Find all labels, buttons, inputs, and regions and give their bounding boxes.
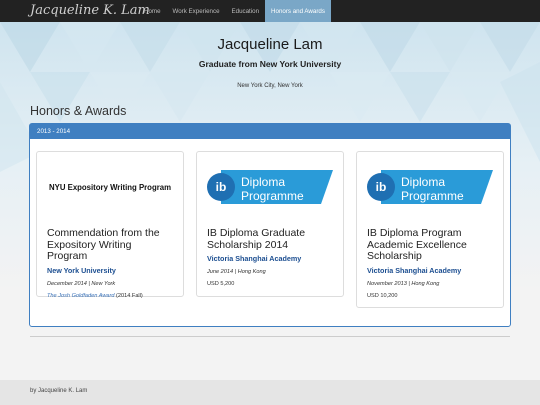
award-amount: USD 10,200 (367, 292, 398, 299)
svg-text:ib: ib (376, 180, 387, 194)
footer: by Jacqueline K. Lam (0, 380, 540, 405)
award-card: ib Diploma Programme IB Diploma Graduate… (196, 151, 344, 297)
award-date: June 2014 (207, 269, 234, 275)
award-institution: Victoria Shanghai Academy (207, 254, 302, 263)
award-institution: New York University (47, 265, 116, 275)
award-meta: June 2014 | Hong Kong (207, 269, 266, 275)
svg-text:Programme: Programme (401, 189, 464, 203)
page-header: Jacqueline Lam Graduate from New York Un… (0, 36, 540, 89)
award-institution: Victoria Shanghai Academy (367, 265, 462, 275)
award-extra: The Josh Goldfaden Award (2014 Fall) (47, 293, 173, 307)
award-location: Hong Kong (411, 280, 440, 287)
award-location: Hong Kong (237, 269, 266, 275)
divider (30, 336, 510, 337)
award-title: IB Diploma Graduate Scholarship 2014 (207, 227, 306, 251)
nav-honors-and-awards[interactable]: Honors and Awards (265, 0, 331, 22)
page-subtitle: Graduate from New York University (198, 59, 342, 69)
award-link-suffix: (2014 Fall) (116, 292, 143, 299)
nav-home[interactable]: Home (138, 0, 167, 22)
panel-heading: 2013 - 2014 (30, 124, 510, 139)
footer-text: by Jacqueline K. Lam (30, 388, 88, 394)
ib-diploma-logo: ib Diploma Programme (367, 152, 493, 222)
nav-work-experience[interactable]: Work Experience (167, 0, 226, 22)
ib-diploma-logo: ib Diploma Programme (207, 152, 333, 222)
award-date: December 2014 (47, 280, 87, 287)
award-amount: USD 5,200 (207, 281, 235, 287)
award-card: NYU Expository Writing Program Commendat… (36, 151, 184, 299)
award-meta: December 2014 | New York (47, 280, 116, 287)
award-meta: November 2013 | Hong Kong (367, 280, 440, 287)
page-title: Jacqueline Lam (217, 36, 323, 53)
brand-logo[interactable]: Jacqueline K. Lam (0, 0, 150, 22)
award-date: November 2013 (367, 280, 407, 287)
svg-text:ib: ib (216, 180, 227, 194)
awards-panel: 2013 - 2014 NYU Expository Writing Progr… (29, 123, 511, 327)
nav-education[interactable]: Education (226, 0, 266, 22)
award-link[interactable]: The Josh Goldfaden Award (47, 293, 114, 299)
ib-logo-line-1: Diploma (241, 175, 285, 189)
nyu-logo: NYU Expository Writing Program (47, 152, 173, 222)
svg-text:Diploma: Diploma (401, 175, 445, 189)
ib-logo-line-2: Programme (241, 189, 304, 203)
award-location: New York (91, 280, 116, 287)
award-title: Commendation from the Expository Writing… (47, 227, 160, 262)
award-title: IB Diploma Program Academic Excellence S… (367, 227, 467, 262)
top-navbar: Jacqueline K. Lam Home Work Experience E… (0, 0, 540, 22)
nyu-logo-text: NYU Expository Writing Program (48, 182, 172, 192)
location-text: New York City, New York (237, 83, 303, 89)
award-card: ib Diploma Programme IB Diploma Program … (356, 151, 504, 308)
section-title: Honors & Awards (30, 104, 127, 118)
